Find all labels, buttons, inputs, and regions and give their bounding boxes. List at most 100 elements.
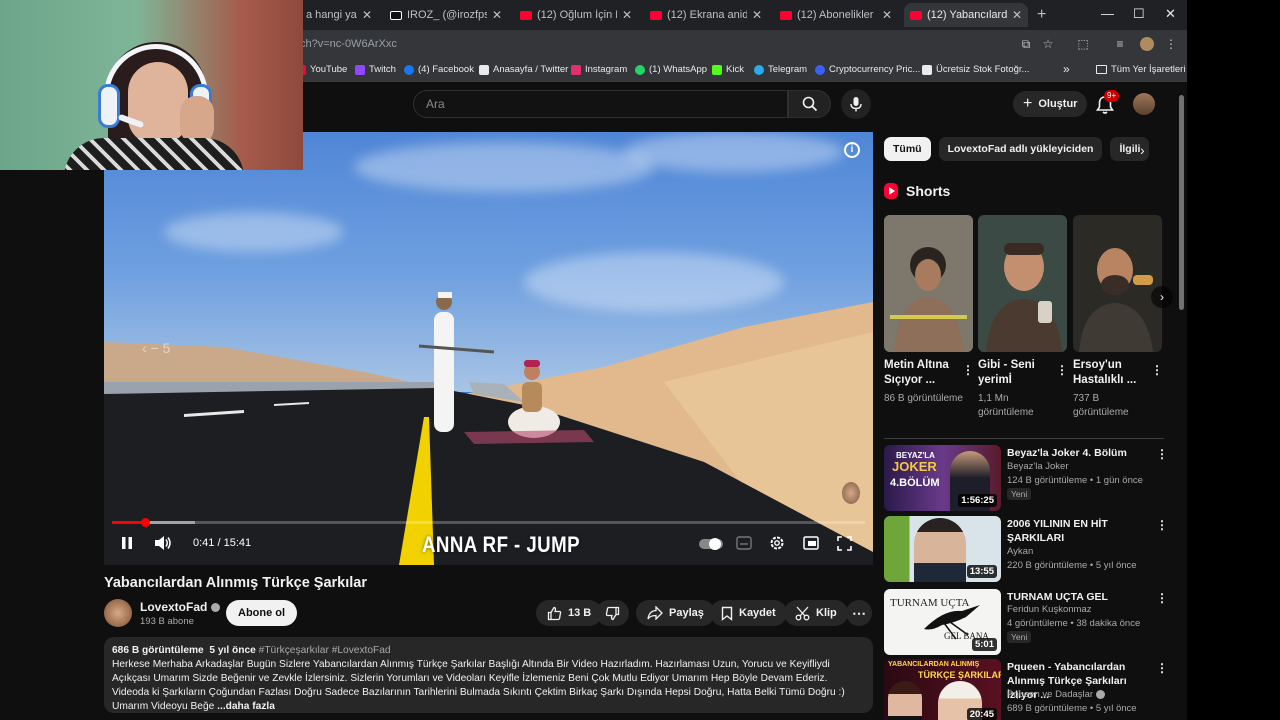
- channel-name[interactable]: Beyaz'la Joker: [1007, 461, 1068, 472]
- clip-button[interactable]: Klip: [784, 600, 848, 626]
- new-tab-icon[interactable]: +: [1037, 6, 1046, 24]
- chip-all[interactable]: Tümü: [884, 137, 931, 161]
- more-actions-button[interactable]: ⋯: [846, 600, 872, 626]
- short-title[interactable]: Ersoy'un Hastalıklı ...: [1073, 358, 1143, 388]
- browser-menu-icon[interactable]: ⋮: [1164, 37, 1178, 51]
- video-title[interactable]: Beyaz'la Joker 4. Bölüm: [1007, 446, 1153, 460]
- bookmark-stock-photo[interactable]: Ücretsiz Stok Fotoğr...: [922, 64, 1029, 75]
- more-vertical-icon[interactable]: ⋮: [1151, 363, 1163, 377]
- short-thumbnail[interactable]: [1073, 215, 1162, 352]
- fullscreen-icon[interactable]: [837, 536, 852, 551]
- search-input[interactable]: Ara: [413, 90, 788, 118]
- short-card[interactable]: Metin Altına Sıçıyor ... 86 B görüntülem…: [884, 215, 974, 404]
- voice-search-button[interactable]: [841, 89, 871, 119]
- video-thumbnail[interactable]: YABANCILARDAN ALINMIŞ TÜRKÇE ŞARKILAR 20…: [884, 659, 1001, 720]
- close-icon[interactable]: ✕: [622, 8, 632, 22]
- video-player[interactable]: ‹ − 5 i ANNA RF - JUMP 0:41 / 15:41: [104, 132, 873, 565]
- recommendation-item[interactable]: TURNAM UÇTA GEL BANA 5:01 TURNAM UÇTA GE…: [884, 589, 1174, 655]
- autoplay-toggle-icon[interactable]: [699, 538, 723, 550]
- pause-icon[interactable]: [120, 535, 134, 551]
- short-thumbnail[interactable]: [884, 215, 973, 352]
- bookmark-crypto[interactable]: Cryptocurrency Pric...: [815, 64, 920, 75]
- browser-tab[interactable]: (12) Ekrana aniden çı ✕: [644, 3, 768, 27]
- browser-tab[interactable]: a hangi yayınc ✕: [300, 3, 378, 27]
- more-vertical-icon[interactable]: ⋮: [1156, 447, 1168, 461]
- browser-profile-avatar[interactable]: [1140, 37, 1154, 51]
- subscribe-button[interactable]: Abone ol: [226, 600, 298, 626]
- like-button[interactable]: 13 B: [536, 600, 603, 626]
- more-vertical-icon[interactable]: ⋮: [1156, 518, 1168, 532]
- minimize-icon[interactable]: —: [1101, 6, 1114, 21]
- recommendation-item[interactable]: YABANCILARDAN ALINMIŞ TÜRKÇE ŞARKILAR 20…: [884, 659, 1174, 720]
- create-button[interactable]: + Oluştur: [1013, 91, 1088, 117]
- bookmarks-overflow-icon[interactable]: »: [1063, 62, 1070, 76]
- short-thumbnail-image: [978, 215, 1067, 352]
- more-vertical-icon[interactable]: ⋮: [1156, 661, 1168, 675]
- dislike-button[interactable]: [596, 600, 629, 626]
- browser-tab[interactable]: IROZ_ (@irozfps) | Tik ✕: [384, 3, 508, 27]
- account-avatar[interactable]: [1133, 93, 1155, 115]
- recommendation-item[interactable]: BEYAZ'LA JOKER 4.BÖLÜM 1:56:25 Beyaz'la …: [884, 445, 1174, 511]
- browser-tab-active[interactable]: (12) Yabancılarda ✕: [904, 3, 1028, 27]
- shorts-next-arrow-icon[interactable]: ›: [1151, 286, 1173, 308]
- short-card[interactable]: Ersoy'un Hastalıklı ... 737 B görüntülem…: [1073, 215, 1163, 418]
- theater-mode-icon[interactable]: [803, 536, 819, 550]
- more-vertical-icon[interactable]: ⋮: [1156, 591, 1168, 605]
- channel-name[interactable]: LovextoFad: [140, 600, 221, 614]
- share-icon: [647, 606, 663, 620]
- settings-gear-icon[interactable]: [769, 535, 785, 551]
- save-button[interactable]: Kaydet: [710, 600, 787, 626]
- bookmark-youtube[interactable]: YouTube: [296, 64, 347, 75]
- maximize-icon[interactable]: ☐: [1133, 6, 1145, 22]
- bookmark-instagram[interactable]: Instagram: [571, 64, 627, 75]
- subtitles-icon[interactable]: [736, 536, 752, 550]
- channel-name[interactable]: Aykan: [1007, 546, 1033, 557]
- chip-from-uploader[interactable]: LovextoFad adlı yükleyiciden: [938, 137, 1103, 161]
- scrollbar-thumb[interactable]: [1179, 95, 1184, 310]
- url-field[interactable]: ch?v=nc-0W6ArXxc: [300, 38, 397, 50]
- chevron-right-icon[interactable]: ›: [1140, 142, 1145, 158]
- video-title[interactable]: TURNAM UÇTA GEL: [1007, 590, 1153, 604]
- window-close-icon[interactable]: ✕: [1165, 6, 1176, 22]
- close-icon[interactable]: ✕: [1012, 8, 1022, 22]
- description-box[interactable]: 686 B görüntüleme 5 yıl önce #Türkçeşark…: [104, 637, 873, 713]
- install-app-icon[interactable]: ⧉: [1019, 37, 1033, 51]
- bookmark-twitch[interactable]: Twitch: [355, 64, 396, 75]
- more-vertical-icon[interactable]: ⋮: [1056, 363, 1068, 377]
- short-thumbnail[interactable]: [978, 215, 1067, 352]
- short-title[interactable]: Gibi - Seni yerimİ: [978, 358, 1048, 388]
- bookmark-telegram[interactable]: Telegram: [754, 64, 807, 75]
- channel-name[interactable]: Feridun Kuşkonmaz: [1007, 604, 1091, 615]
- close-icon[interactable]: ✕: [492, 8, 502, 22]
- bookmark-star-icon[interactable]: ☆: [1041, 37, 1055, 51]
- recommendation-item[interactable]: 13:55 2006 YILININ EN HİT ŞARKILARI Ayka…: [884, 516, 1174, 582]
- video-thumbnail[interactable]: BEYAZ'LA JOKER 4.BÖLÜM 1:56:25: [884, 445, 1001, 511]
- short-title[interactable]: Metin Altına Sıçıyor ...: [884, 358, 954, 388]
- short-card[interactable]: Gibi - Seni yerimİ 1,1 Mn görüntüleme ⋮: [978, 215, 1068, 418]
- browser-tab[interactable]: (12) Oğlum İçin Bayıl ✕: [514, 3, 638, 27]
- bookmark-twitter[interactable]: Anasayfa / Twitter: [479, 64, 568, 75]
- bookmark-whatsapp[interactable]: (1) WhatsApp: [635, 64, 707, 75]
- volume-icon[interactable]: [154, 535, 172, 551]
- hashtags[interactable]: #Türkçeşarkılar #LovextoFad: [259, 645, 391, 656]
- close-icon[interactable]: ✕: [362, 8, 372, 22]
- video-thumbnail[interactable]: 13:55: [884, 516, 1001, 582]
- search-button[interactable]: [788, 90, 831, 118]
- share-button[interactable]: Paylaş: [636, 600, 715, 626]
- bookmark-kick[interactable]: Kick: [712, 64, 744, 75]
- video-title[interactable]: 2006 YILININ EN HİT ŞARKILARI: [1007, 517, 1153, 545]
- all-bookmarks-folder[interactable]: Tüm Yer İşaretleri: [1096, 64, 1185, 75]
- seek-bar[interactable]: [112, 518, 865, 527]
- show-more-link[interactable]: ...daha fazla: [217, 701, 275, 712]
- close-icon[interactable]: ✕: [882, 8, 892, 22]
- browser-tab[interactable]: (12) Abonelikler - You ✕: [774, 3, 898, 27]
- close-icon[interactable]: ✕: [752, 8, 762, 22]
- more-vertical-icon[interactable]: ⋮: [962, 363, 974, 377]
- bookmark-facebook[interactable]: (4) Facebook: [404, 64, 474, 75]
- info-icon[interactable]: i: [844, 142, 860, 158]
- channel-name[interactable]: Pqueen ve Dadaşlar: [1007, 689, 1106, 700]
- channel-avatar[interactable]: [104, 599, 132, 627]
- reading-list-icon[interactable]: ≡: [1113, 37, 1127, 51]
- video-thumbnail[interactable]: TURNAM UÇTA GEL BANA 5:01: [884, 589, 1001, 655]
- extensions-icon[interactable]: ⬚: [1076, 37, 1090, 51]
